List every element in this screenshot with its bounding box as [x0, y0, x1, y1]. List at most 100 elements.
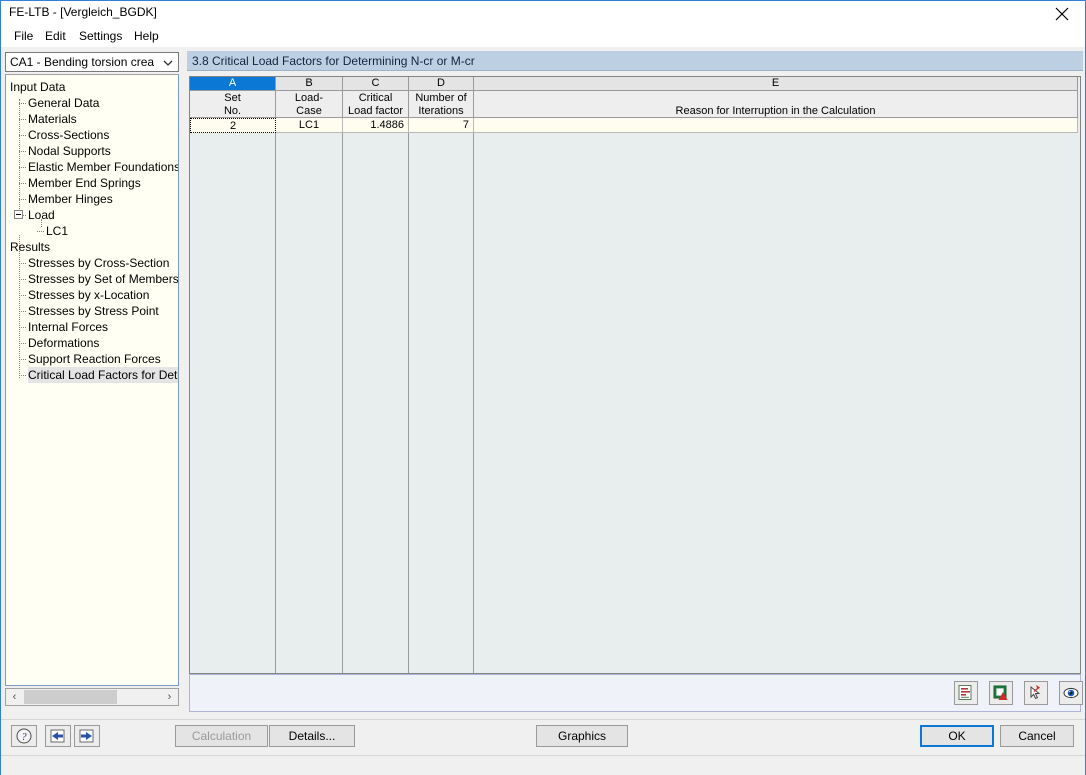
title-bar: FE-LTB - [Vergleich_BGDK] [1, 1, 1085, 25]
tree-expander-icon[interactable] [14, 210, 23, 219]
sidebar-item-lc1[interactable]: LC1 [46, 223, 68, 239]
cancel-button[interactable]: Cancel [1000, 725, 1074, 747]
scroll-right-arrow-icon[interactable]: › [161, 689, 178, 705]
tree-guide [19, 295, 26, 296]
column-header-E[interactable]: E [474, 77, 1078, 91]
table-cell[interactable]: LC1 [276, 118, 343, 133]
table-cell-value: LC1 [298, 119, 320, 131]
sidebar-item-label: Critical Load Factors for Detern [28, 368, 179, 382]
table-cell[interactable]: 1.4886 [343, 118, 409, 133]
bottom-bar: ? Calculation Details... Graphics OK Can… [1, 719, 1085, 756]
menu-settings[interactable]: Settings [74, 28, 127, 44]
menu-edit[interactable]: Edit [40, 28, 71, 44]
tree-guide [19, 279, 26, 280]
column-letter: D [437, 77, 445, 89]
empty-column-body[interactable] [409, 133, 474, 673]
view-eye-button[interactable] [1059, 681, 1083, 705]
tree-guide [19, 103, 26, 104]
sidebar-item-label: Cross-Sections [28, 128, 110, 142]
column-letter: B [305, 77, 313, 89]
column-title-line2: Case [296, 105, 322, 117]
sidebar-panel: CA1 - Bending torsion crease de Input Da… [3, 49, 181, 716]
sidebar-item-nodal-supports[interactable]: Nodal Supports [28, 143, 111, 159]
grid-toolbar [189, 674, 1083, 712]
sidebar-item-stresses-by-stress-point[interactable]: Stresses by Stress Point [28, 303, 159, 319]
report-list-button[interactable] [954, 681, 978, 705]
table-cell-value: 1.4886 [370, 119, 404, 131]
sidebar-item-support-reaction-forces[interactable]: Support Reaction Forces [28, 351, 161, 367]
help-button[interactable]: ? [11, 725, 37, 747]
tree-guide [19, 183, 26, 184]
excel-export-icon [993, 685, 1008, 700]
sidebar-item-stresses-by-x-location[interactable]: Stresses by x-Location [28, 287, 149, 303]
column-header-A[interactable]: A [190, 77, 276, 91]
sidebar-item-critical-load-factors-for-detern[interactable]: Critical Load Factors for Detern [28, 367, 179, 383]
sidebar-item-member-end-springs[interactable]: Member End Springs [28, 175, 141, 191]
column-header-C[interactable]: C [343, 77, 409, 91]
column-title-line1: Set [224, 92, 241, 104]
table-cell[interactable]: 7 [409, 118, 474, 133]
sidebar-item-stresses-by-set-of-members[interactable]: Stresses by Set of Members [28, 271, 178, 287]
column-letter: A [228, 77, 237, 89]
empty-column-body[interactable] [276, 133, 343, 673]
sidebar-item-elastic-member-foundations[interactable]: Elastic Member Foundations [28, 159, 178, 175]
tree-guide [19, 135, 26, 136]
tree-guide [19, 263, 26, 264]
empty-column-body[interactable] [343, 133, 409, 673]
sidebar-horizontal-scrollbar[interactable]: ‹ › [5, 688, 179, 706]
help-icon: ? [16, 728, 32, 744]
column-title-line2: No. [223, 105, 242, 117]
window-title: FE-LTB - [Vergleich_BGDK] [9, 5, 157, 19]
sidebar-item-cross-sections[interactable]: Cross-Sections [28, 127, 109, 143]
scrollbar-thumb[interactable] [24, 690, 117, 704]
previous-icon [50, 729, 65, 743]
tree-guide [19, 151, 26, 152]
sidebar-item-results[interactable]: Results [10, 239, 50, 255]
table-cell[interactable]: 2 [190, 118, 276, 133]
sidebar-item-load[interactable]: Load [28, 207, 55, 223]
tree-guide [19, 235, 20, 378]
close-button[interactable] [1040, 1, 1085, 25]
case-selector-combobox[interactable]: CA1 - Bending torsion crease de [5, 52, 179, 72]
table-cell[interactable] [474, 118, 1078, 133]
sidebar-item-input-data[interactable]: Input Data [10, 79, 65, 95]
sidebar-item-internal-forces[interactable]: Internal Forces [28, 319, 108, 335]
column-title-line1: Number of [415, 92, 467, 104]
page-title: 3.8 Critical Load Factors for Determinin… [192, 54, 475, 68]
next-button[interactable] [74, 725, 100, 747]
column-title-line2: Reason for Interruption in the Calculati… [675, 105, 876, 117]
sidebar-item-general-data[interactable]: General Data [28, 95, 99, 111]
sidebar-item-stresses-by-cross-section[interactable]: Stresses by Cross-Section [28, 255, 169, 271]
previous-button[interactable] [45, 725, 71, 747]
sidebar-item-label: LC1 [46, 224, 69, 238]
column-header-B[interactable]: B [276, 77, 343, 91]
tree-guide [19, 375, 26, 376]
tree-guide [19, 343, 26, 344]
column-title-line1: Critical [358, 92, 393, 104]
scroll-left-arrow-icon[interactable]: ‹ [6, 689, 23, 705]
menu-file[interactable]: File [9, 28, 38, 44]
sidebar-item-deformations[interactable]: Deformations [28, 335, 99, 351]
excel-export-button[interactable] [989, 681, 1013, 705]
column-title-line2: Load factor [347, 105, 404, 117]
close-icon [1055, 7, 1069, 21]
sidebar-item-label: Member Hinges [28, 192, 113, 206]
column-header-D[interactable]: D [409, 77, 474, 91]
table-cell-value: 7 [462, 119, 469, 131]
graphics-button[interactable]: Graphics [536, 725, 628, 747]
results-table[interactable]: A Set No. 2 B Load- Case LC1 C Critical Load facto… [189, 76, 1081, 674]
sidebar-item-label: Materials [28, 112, 77, 126]
navigation-tree[interactable]: Input Data General Data Materials Cross-Sec… [5, 74, 179, 686]
sidebar-item-materials[interactable]: Materials [28, 111, 77, 127]
menu-help[interactable]: Help [129, 28, 164, 44]
empty-column-body[interactable] [190, 133, 276, 673]
ok-button[interactable]: OK [920, 725, 994, 747]
column-title-line2: Iterations [418, 105, 464, 117]
sidebar-item-member-hinges[interactable]: Member Hinges [28, 191, 113, 207]
column-title-C: Critical Load factor [343, 91, 409, 118]
pick-cursor-button[interactable] [1024, 681, 1048, 705]
details-button[interactable]: Details... [269, 725, 355, 747]
column-title-line1: Load- [294, 92, 324, 104]
tree-guide [19, 327, 26, 328]
calculation-button[interactable]: Calculation [175, 725, 268, 747]
